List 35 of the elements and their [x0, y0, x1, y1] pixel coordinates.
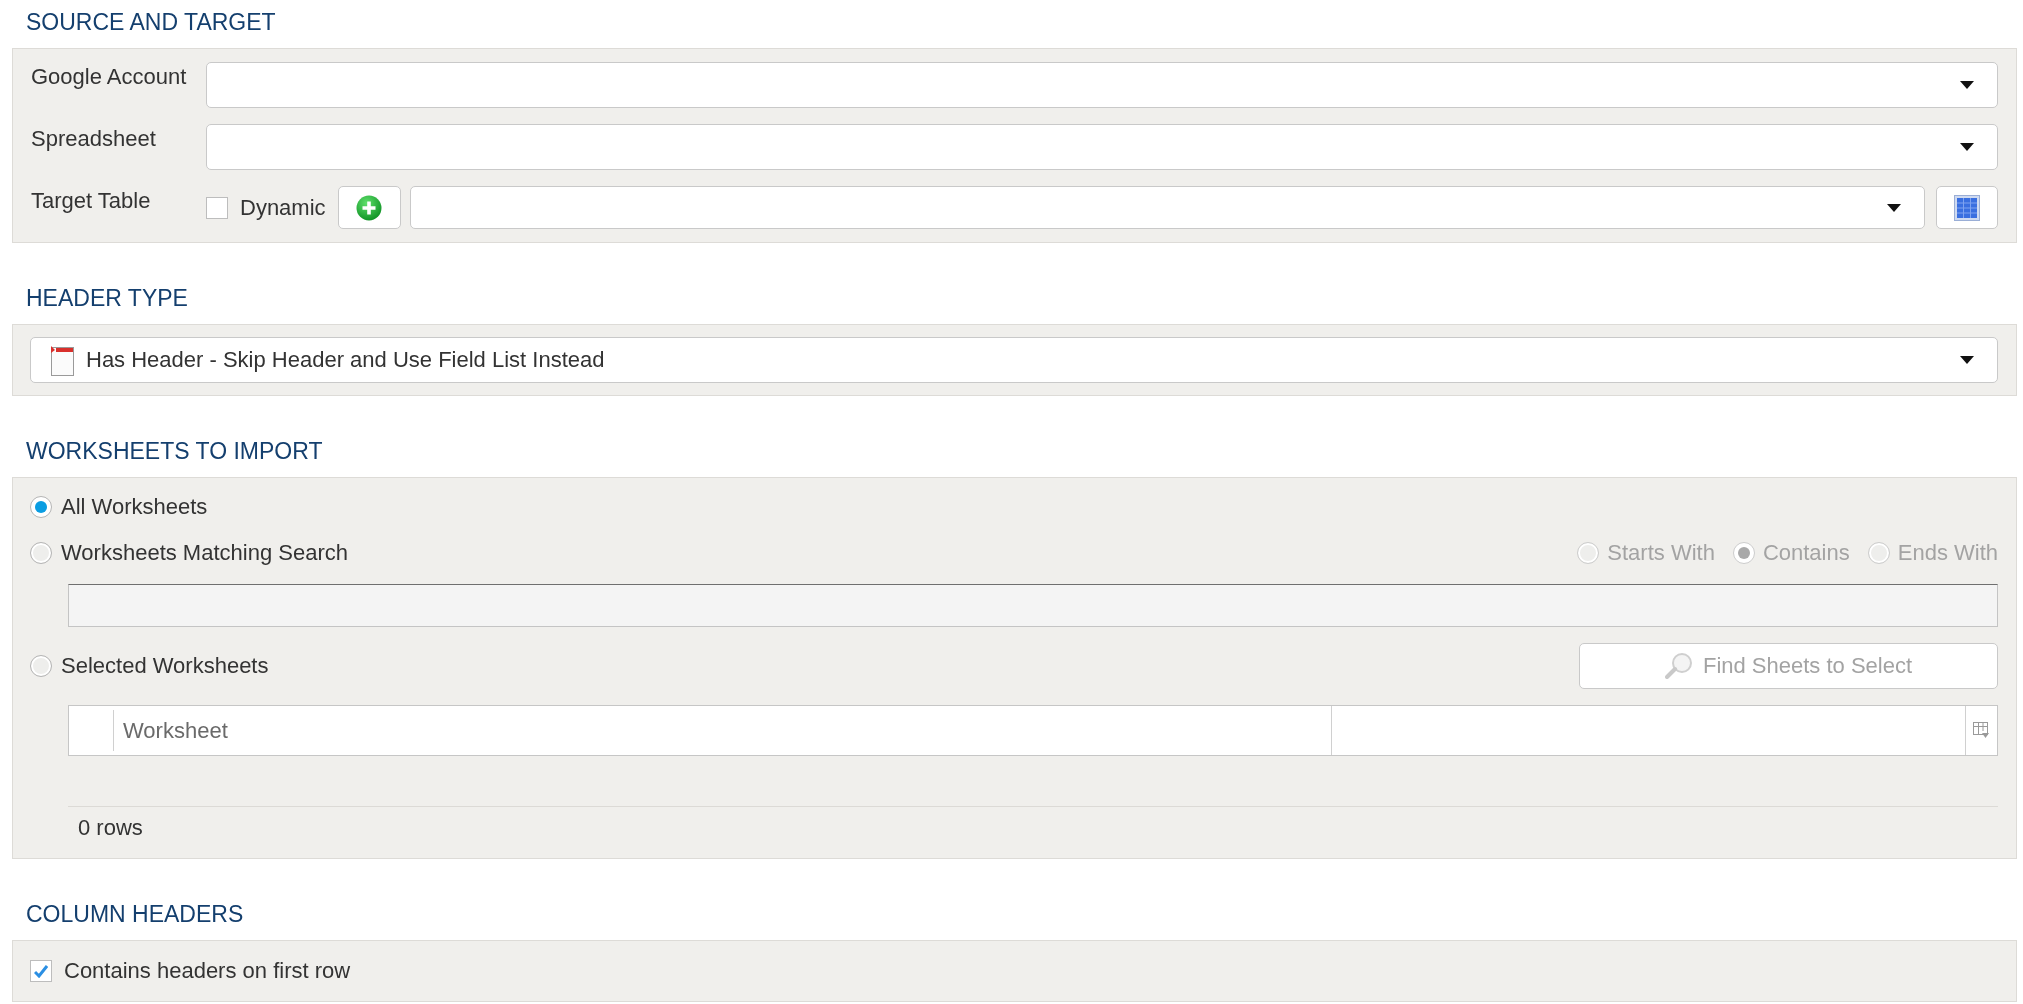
row-count: 0 rows [78, 815, 143, 841]
caret-icon [1960, 356, 1974, 364]
field-label: Spreadsheet [31, 125, 156, 152]
field-label: Google Account [31, 63, 187, 90]
caret-icon [1887, 203, 1901, 212]
dropdown-field[interactable] [206, 124, 1998, 170]
section-title: SOURCE AND TARGET [26, 8, 276, 37]
checkbox-label[interactable]: Contains headers on first row [64, 958, 351, 984]
field-label: Target Table [31, 187, 151, 214]
add-button[interactable] [337, 186, 401, 229]
table-icon [1954, 194, 1980, 221]
search-icon [1664, 652, 1693, 680]
dropdown-field[interactable] [409, 186, 1925, 229]
plus-icon [356, 194, 383, 221]
section-title: HEADER TYPE [26, 284, 188, 313]
radio-label[interactable]: All Worksheets [61, 494, 208, 520]
checkbox[interactable] [30, 960, 52, 982]
dropdown-field[interactable] [206, 62, 1998, 108]
caret-icon [1960, 143, 1974, 151]
section-title: COLUMN HEADERS [26, 900, 244, 929]
radio-label[interactable]: Worksheets Matching Search [61, 540, 348, 566]
checkbox-label[interactable]: Dynamic [240, 194, 326, 221]
document-icon [50, 344, 75, 376]
section-title: WORKSHEETS TO IMPORT [26, 437, 323, 466]
dropdown-field[interactable]: Has Header - Skip Header and Use Field List Instead [30, 337, 1998, 383]
checkmark-icon [34, 964, 48, 978]
column-header[interactable]: Worksheet [114, 706, 1332, 755]
column-chooser-icon[interactable] [1973, 722, 1990, 739]
caret-icon [1960, 81, 1974, 89]
radio-button[interactable] [30, 655, 52, 677]
radio-button[interactable] [30, 496, 52, 518]
table-button[interactable] [1936, 186, 1998, 229]
radio-label[interactable]: Selected Worksheets [61, 653, 269, 679]
checkbox[interactable] [206, 196, 228, 219]
radio-button[interactable] [30, 542, 52, 564]
